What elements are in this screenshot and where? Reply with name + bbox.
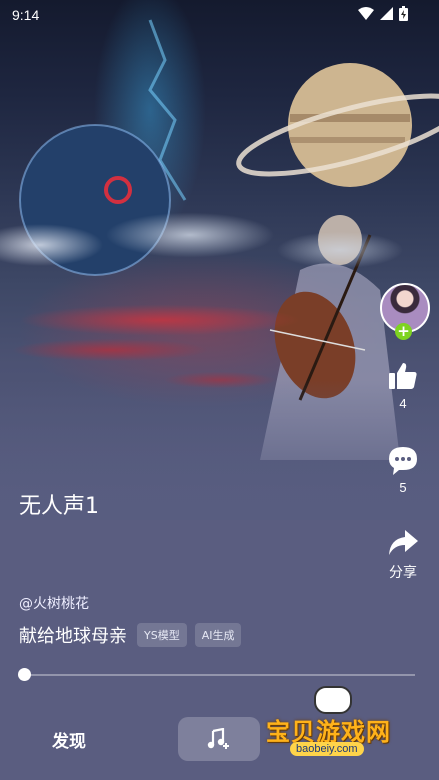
status-icons — [358, 6, 409, 21]
progress-thumb[interactable] — [18, 668, 31, 681]
status-bar: 9:14 — [0, 0, 439, 32]
nav-create-music-button[interactable] — [178, 717, 260, 761]
tag-model: YS模型 — [137, 623, 187, 647]
share-arrow-icon — [389, 530, 418, 555]
comment-bubble-icon — [389, 447, 417, 475]
thumbs-up-icon — [389, 363, 417, 389]
like-count: 4 — [399, 396, 407, 411]
watermark-url: baobeiy.com — [290, 742, 364, 756]
battery-icon — [399, 6, 408, 21]
comment-button[interactable]: 5 — [378, 444, 428, 495]
status-time: 9:14 — [12, 7, 40, 23]
music-note-plus-icon — [207, 728, 229, 749]
share-button[interactable]: 分享 — [378, 528, 428, 582]
song-description: 献给地球母亲 — [19, 626, 127, 647]
cover-artwork — [0, 0, 439, 520]
follow-plus-icon[interactable]: + — [395, 323, 412, 340]
progress-track[interactable] — [24, 674, 415, 676]
song-title: 无人声1 — [19, 494, 99, 519]
description-row: 献给地球母亲 YS模型 AI生成 — [19, 622, 242, 648]
gamepad-icon — [314, 686, 352, 714]
wifi-icon — [358, 7, 374, 20]
author-handle[interactable]: @火树桃花 — [19, 593, 89, 613]
signal-icon — [380, 7, 393, 20]
comment-count: 5 — [399, 480, 407, 495]
like-button[interactable]: 4 — [378, 360, 428, 411]
tag-ai-generated: AI生成 — [194, 623, 242, 647]
watermark-logo: 宝贝游戏网 baobeiy.com — [262, 686, 412, 776]
share-label: 分享 — [389, 564, 417, 580]
nav-discover-tab[interactable]: 发现 — [52, 727, 86, 752]
